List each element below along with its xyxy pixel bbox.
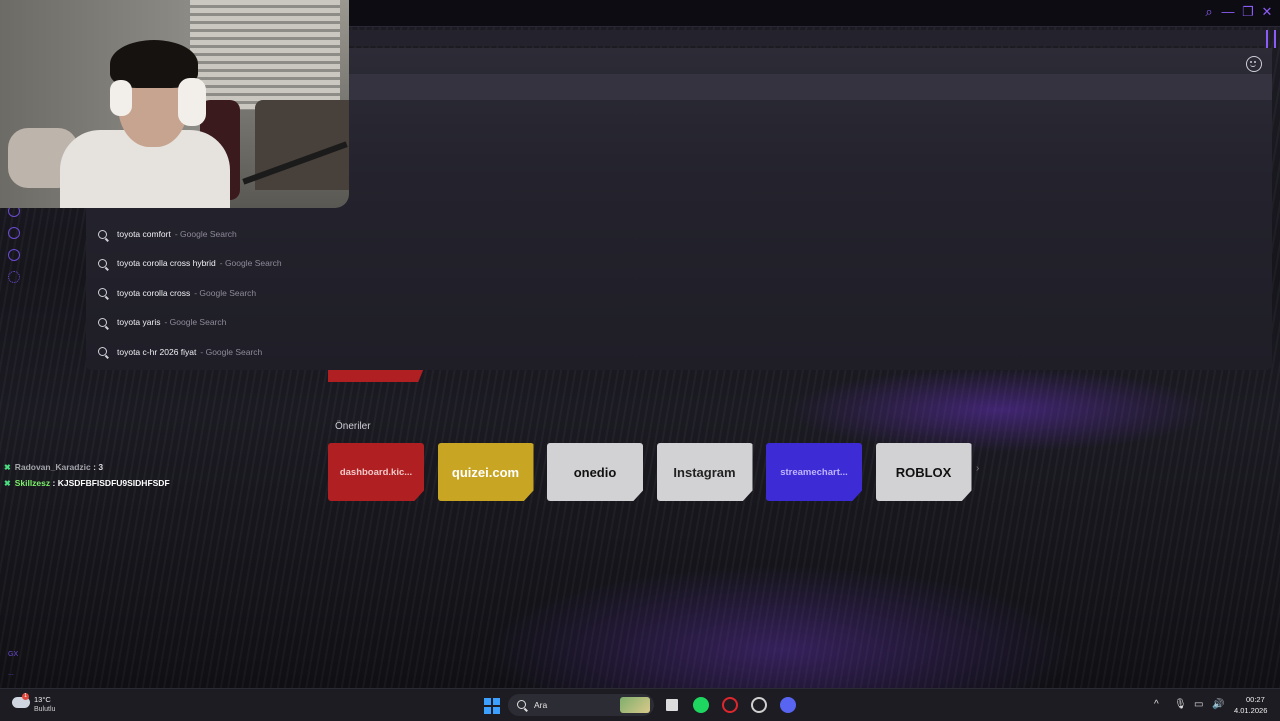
volume-icon[interactable]: 🔊 xyxy=(1212,699,1224,710)
speed-dial-tile[interactable]: onedio xyxy=(547,443,643,501)
chat-message: ✖ Skillzesz : KJSDFBFISDFU9SIDHFSDF xyxy=(4,478,170,488)
suggestion-query: toyota corolla cross xyxy=(117,287,191,298)
search-icon xyxy=(98,288,107,298)
chevron-up-icon[interactable]: ^ xyxy=(1154,699,1159,710)
chevron-right-icon[interactable]: › xyxy=(976,463,979,474)
search-icon xyxy=(98,258,107,268)
search-icon xyxy=(98,347,107,357)
speed-dial-tile[interactable]: quizei.com xyxy=(437,443,534,501)
chat-text: : KJSDFBFISDFU9SIDHFSDF xyxy=(52,478,170,488)
chat-username: Skillzesz xyxy=(14,478,51,488)
address-bar[interactable] xyxy=(340,30,1270,46)
search-icon xyxy=(98,229,107,239)
search-icon xyxy=(517,700,526,709)
search-icon xyxy=(98,317,107,327)
discord-icon[interactable] xyxy=(780,697,796,713)
clock-date[interactable]: 4.01.2026 xyxy=(1234,706,1267,715)
task-view-icon[interactable] xyxy=(664,697,680,713)
webcam-overlay xyxy=(0,0,349,208)
emoji-icon[interactable] xyxy=(1246,56,1262,72)
suggestion-item[interactable]: toyota c-hr 2026 fiyat - Google Search xyxy=(98,342,262,362)
suggestion-item[interactable]: toyota corolla cross - Google Search xyxy=(98,283,256,303)
suggestion-query: toyota c-hr 2026 fiyat xyxy=(117,346,197,357)
speed-dial-label: ROBLOX xyxy=(895,464,952,480)
suggestion-source: - Google Search xyxy=(194,287,257,298)
suggestion-item[interactable]: toyota corolla cross hybrid - Google Sear… xyxy=(98,253,282,273)
search-icon[interactable]: ⌕ xyxy=(1201,4,1217,20)
minimize-button[interactable]: — xyxy=(1220,4,1236,20)
speed-dial-label: quizei.com xyxy=(451,464,520,480)
weather-alert-badge: 1 xyxy=(22,693,29,700)
opera-gx-icon[interactable] xyxy=(722,697,738,713)
more-options-icon[interactable]: ... xyxy=(8,670,14,677)
suggestion-source: - Google Search xyxy=(200,346,263,357)
chat-text: : 3 xyxy=(93,462,104,472)
suggestion-query: toyota comfort xyxy=(117,229,171,239)
suggestion-source: - Google Search xyxy=(174,229,237,239)
chat-message: ✖ Radovan_Karadzic : 3 xyxy=(4,462,103,472)
speed-dial-label: Instagram xyxy=(673,464,736,480)
search-highlight-image xyxy=(620,697,650,713)
windows-start-icon[interactable] xyxy=(484,698,500,714)
speed-dial-tile-partial[interactable] xyxy=(328,368,424,382)
speed-dial-label: dashboard.kic... xyxy=(339,466,413,478)
suggestion-query: toyota yaris xyxy=(117,317,161,328)
weather-temperature[interactable]: 13°C xyxy=(34,695,51,704)
speed-dial-tile[interactable]: Instagram xyxy=(656,443,753,501)
restore-button[interactable]: ❐ xyxy=(1240,4,1256,20)
suggestion-item[interactable]: toyota comfort - Google Search xyxy=(98,224,237,244)
taskbar: 1 13°C Bulutlu Ara ^ 🎙 ▭ 🔊 00:27 4.01.20… xyxy=(0,688,1280,721)
chat-badge-icon: ✖ xyxy=(4,479,11,488)
suggestion-source: - Google Search xyxy=(219,258,282,269)
suggestion-query: toyota corolla cross hybrid xyxy=(117,258,216,269)
active-query-row[interactable] xyxy=(342,74,1272,100)
speed-dial-label: onedio xyxy=(573,464,617,480)
search-label: Ara xyxy=(534,700,548,710)
app-icon[interactable] xyxy=(751,697,767,713)
suggestions-title: Öneriler xyxy=(335,421,371,432)
speed-dial-label: streamechart... xyxy=(780,466,848,478)
gx-corner-label[interactable]: GX xyxy=(8,651,18,658)
taskbar-search[interactable]: Ara xyxy=(508,694,654,716)
settings-icon[interactable] xyxy=(8,271,20,283)
extensions-icon[interactable] xyxy=(8,249,20,261)
suggestion-item[interactable]: toyota yaris - Google Search xyxy=(98,312,226,332)
display-icon[interactable]: ▭ xyxy=(1194,699,1203,710)
speed-dial-tile[interactable]: streamechart... xyxy=(766,443,862,501)
clock-time[interactable]: 00:27 xyxy=(1246,695,1265,704)
sidebar-toggle-icon[interactable] xyxy=(1266,30,1276,48)
speed-dial-tile[interactable]: ROBLOX xyxy=(875,443,972,501)
speed-dial-tile[interactable]: dashboard.kic... xyxy=(328,443,424,501)
suggestion-source: - Google Search xyxy=(164,317,227,328)
microphone-icon[interactable]: 🎙 xyxy=(1174,699,1187,710)
history-icon[interactable] xyxy=(8,227,20,239)
weather-description[interactable]: Bulutlu xyxy=(34,706,55,713)
chat-badge-icon: ✖ xyxy=(4,463,11,472)
chat-username: Radovan_Karadzic xyxy=(14,462,91,472)
close-button[interactable]: ✕ xyxy=(1259,4,1275,20)
spotify-icon[interactable] xyxy=(693,697,709,713)
